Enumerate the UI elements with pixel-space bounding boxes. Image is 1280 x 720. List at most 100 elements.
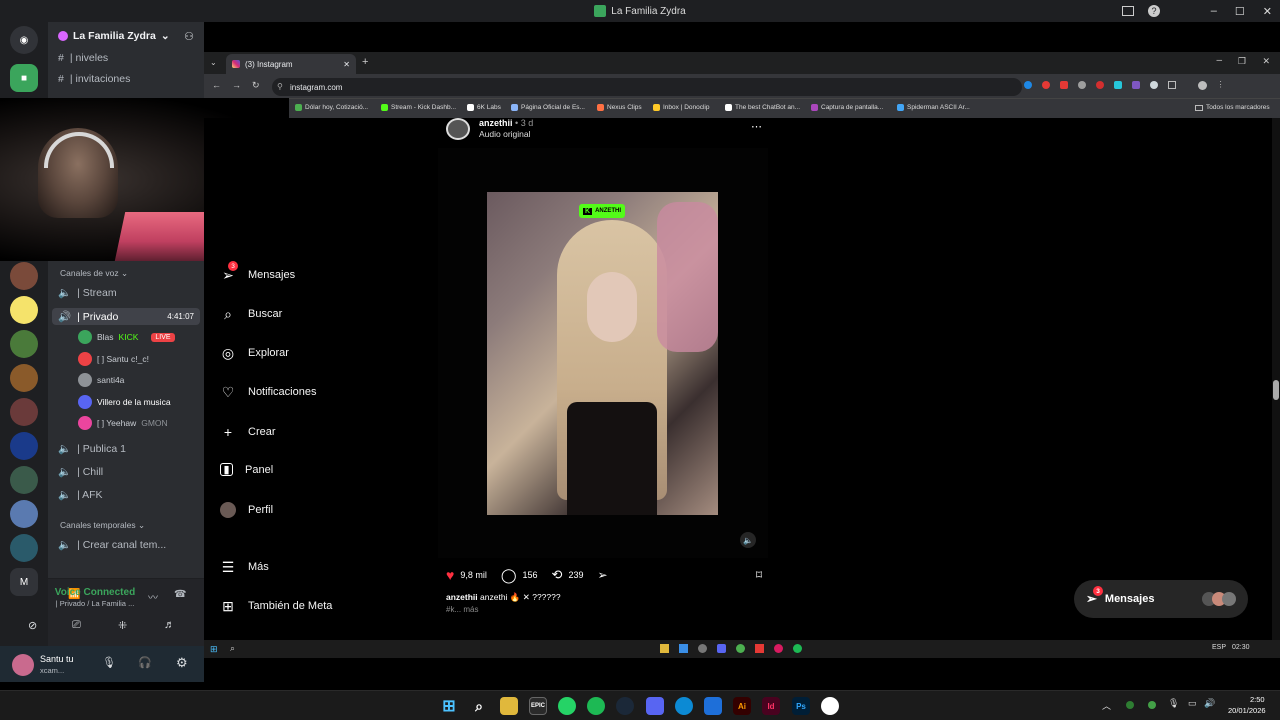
windows-start-icon[interactable]: ⊞ (440, 697, 458, 715)
inner-clock[interactable]: 02:30 (1232, 644, 1250, 651)
discord-home-icon[interactable]: ◉ (10, 26, 38, 54)
disconnect-icon[interactable]: ☎ (174, 589, 186, 600)
extensions-puzzle-icon[interactable] (1167, 81, 1176, 89)
repost-icon[interactable]: ⟲ (552, 567, 563, 583)
chrome-icon[interactable] (821, 697, 839, 715)
nav-panel[interactable]: ▮ Panel (220, 463, 273, 476)
voice-channel-afk[interactable]: 🔈 | AFK (58, 488, 103, 502)
discord-icon[interactable] (646, 697, 664, 715)
voice-user[interactable]: [ ] Yeehaw GMON (78, 416, 168, 430)
site-info-icon[interactable]: ⚲ (277, 82, 283, 91)
minimize-icon[interactable]: – (1211, 5, 1217, 17)
clock-date[interactable]: 20/01/2026 (1228, 706, 1266, 715)
voice-status-title[interactable]: Voice Connected (40, 587, 150, 598)
voice-channel-crear[interactable]: 🔈 | Crear canal tem... (58, 538, 166, 552)
headphones-icon[interactable]: 🎧 (138, 656, 152, 669)
noise-suppression-icon[interactable]: 〰 (148, 589, 158, 604)
bookmark-item[interactable]: Spiderman ASCII Ar... (897, 104, 970, 111)
server-icon[interactable] (10, 262, 38, 290)
bookmark-item[interactable]: 6K Labs (467, 104, 501, 111)
search-icon[interactable]: ⌕ (230, 643, 235, 654)
tray-overflow-icon[interactable]: ︿ (1102, 699, 1111, 712)
server-name[interactable]: La Familia Zydra (73, 30, 156, 42)
help-icon[interactable]: ? (1148, 5, 1160, 17)
nav-mas[interactable]: ☰ Más (220, 559, 269, 575)
bookmark-item[interactable]: Inbox | Donoclip (653, 104, 710, 111)
post-video[interactable]: K ANZETHI (487, 192, 718, 515)
nav-mensajes[interactable]: ➢ 3 Mensajes (220, 261, 295, 283)
soundboard-icon[interactable]: ♬ (164, 619, 175, 631)
whatsapp-icon[interactable] (558, 697, 576, 715)
chrome-icon[interactable] (736, 644, 745, 653)
nav-notificaciones[interactable]: ♡ Notificaciones (220, 384, 317, 400)
nav-buscar[interactable]: ⌕ Buscar (220, 306, 282, 322)
nav-meta[interactable]: ⊞ También de Meta (220, 598, 332, 614)
extension-icon[interactable] (1131, 81, 1140, 89)
post-audio[interactable]: Audio original (479, 129, 531, 139)
app-icon[interactable] (679, 644, 688, 653)
app-icon[interactable] (698, 644, 707, 653)
voice-channel-privado[interactable]: 🔊 | Privado 4:41:07 (52, 308, 200, 325)
all-bookmarks[interactable]: Todos los marcadores (1195, 104, 1270, 111)
user-avatar[interactable] (12, 654, 34, 676)
bookmark-item[interactable]: Nexus Clips (597, 104, 642, 111)
forward-icon[interactable]: → (232, 80, 241, 90)
voice-channel-chill[interactable]: 🔈 | Chill (58, 465, 103, 479)
back-icon[interactable]: ← (212, 80, 221, 90)
server-icon[interactable] (10, 466, 38, 494)
server-icon[interactable] (10, 432, 38, 460)
extension-icon[interactable] (1095, 81, 1104, 89)
search-icon[interactable]: ⌕ (470, 697, 488, 715)
reload-icon[interactable]: ↻ (252, 80, 260, 91)
post-avatar[interactable] (446, 118, 470, 140)
server-icon[interactable] (10, 534, 38, 562)
tab-search-icon[interactable]: ⌄ (210, 58, 217, 67)
caption-username[interactable]: anzethii (446, 592, 478, 602)
bookmark-item[interactable]: The best ChatBot an... (725, 104, 800, 111)
video-off-icon[interactable]: ⊘ (28, 619, 37, 632)
channel-niveles[interactable]: # | niveles (58, 52, 108, 64)
new-tab-icon[interactable]: + (362, 56, 368, 68)
mute-icon[interactable]: 🔈 (740, 532, 756, 548)
app-icon[interactable] (755, 644, 764, 653)
save-bookmark-icon[interactable]: ⌑ (756, 568, 762, 582)
discord-icon[interactable] (717, 644, 726, 653)
screen-share-icon[interactable]: ⎚ (72, 619, 81, 632)
category-voice[interactable]: Canales de voz ⌄ (60, 268, 128, 279)
explorer-icon[interactable] (660, 644, 669, 653)
file-explorer-icon[interactable] (500, 697, 518, 715)
caption-more[interactable]: #k... más (446, 605, 478, 614)
messages-pill[interactable]: ➢ 3 Mensajes (1074, 580, 1248, 618)
extension-icon[interactable] (1023, 81, 1032, 89)
extension-icon[interactable] (1077, 81, 1086, 89)
tray-app-icon[interactable] (1126, 701, 1134, 709)
photoshop-icon[interactable]: Ps (792, 697, 810, 715)
voice-user[interactable]: santi4a (78, 373, 124, 387)
server-icon[interactable] (10, 500, 38, 528)
more-options-icon[interactable]: ⋯ (751, 120, 762, 133)
server-icon[interactable] (10, 398, 38, 426)
page-scrollbar[interactable] (1272, 118, 1280, 640)
illustrator-icon[interactable]: Ai (733, 697, 751, 715)
profile-icon[interactable] (1197, 81, 1207, 90)
epic-games-icon[interactable]: EPIC (529, 697, 547, 715)
extension-icon[interactable] (1113, 81, 1122, 89)
comment-icon[interactable]: ◯ (501, 567, 517, 584)
activities-icon[interactable]: ⁜ (118, 619, 127, 632)
voice-channel-stream[interactable]: 🔈 | Stream (58, 286, 117, 300)
close-icon[interactable]: ✕ (1263, 5, 1272, 18)
clock-time[interactable]: 2:50 (1250, 695, 1265, 704)
bookmark-item[interactable]: Dólar hoy, Cotizació... (295, 104, 368, 111)
steam-icon[interactable] (616, 697, 634, 715)
windows-start-icon[interactable]: ⊞ (210, 644, 218, 655)
server-letter-icon[interactable]: M (10, 568, 38, 596)
channel-invitaciones[interactable]: # | invitaciones (58, 73, 130, 85)
voice-user[interactable]: Villero de la musica (78, 395, 171, 409)
voice-status-subtitle[interactable]: | Privado / La Familia ... (40, 599, 150, 608)
post-username[interactable]: anzethii • 3 d (479, 118, 533, 128)
browser-maximize-icon[interactable]: ❐ (1238, 56, 1246, 67)
nav-crear[interactable]: + Crear (220, 424, 276, 440)
mic-icon[interactable]: 🎙 (102, 656, 116, 669)
bookmark-item[interactable]: Captura de pantalla... (811, 104, 883, 111)
app-icon[interactable] (774, 644, 783, 653)
